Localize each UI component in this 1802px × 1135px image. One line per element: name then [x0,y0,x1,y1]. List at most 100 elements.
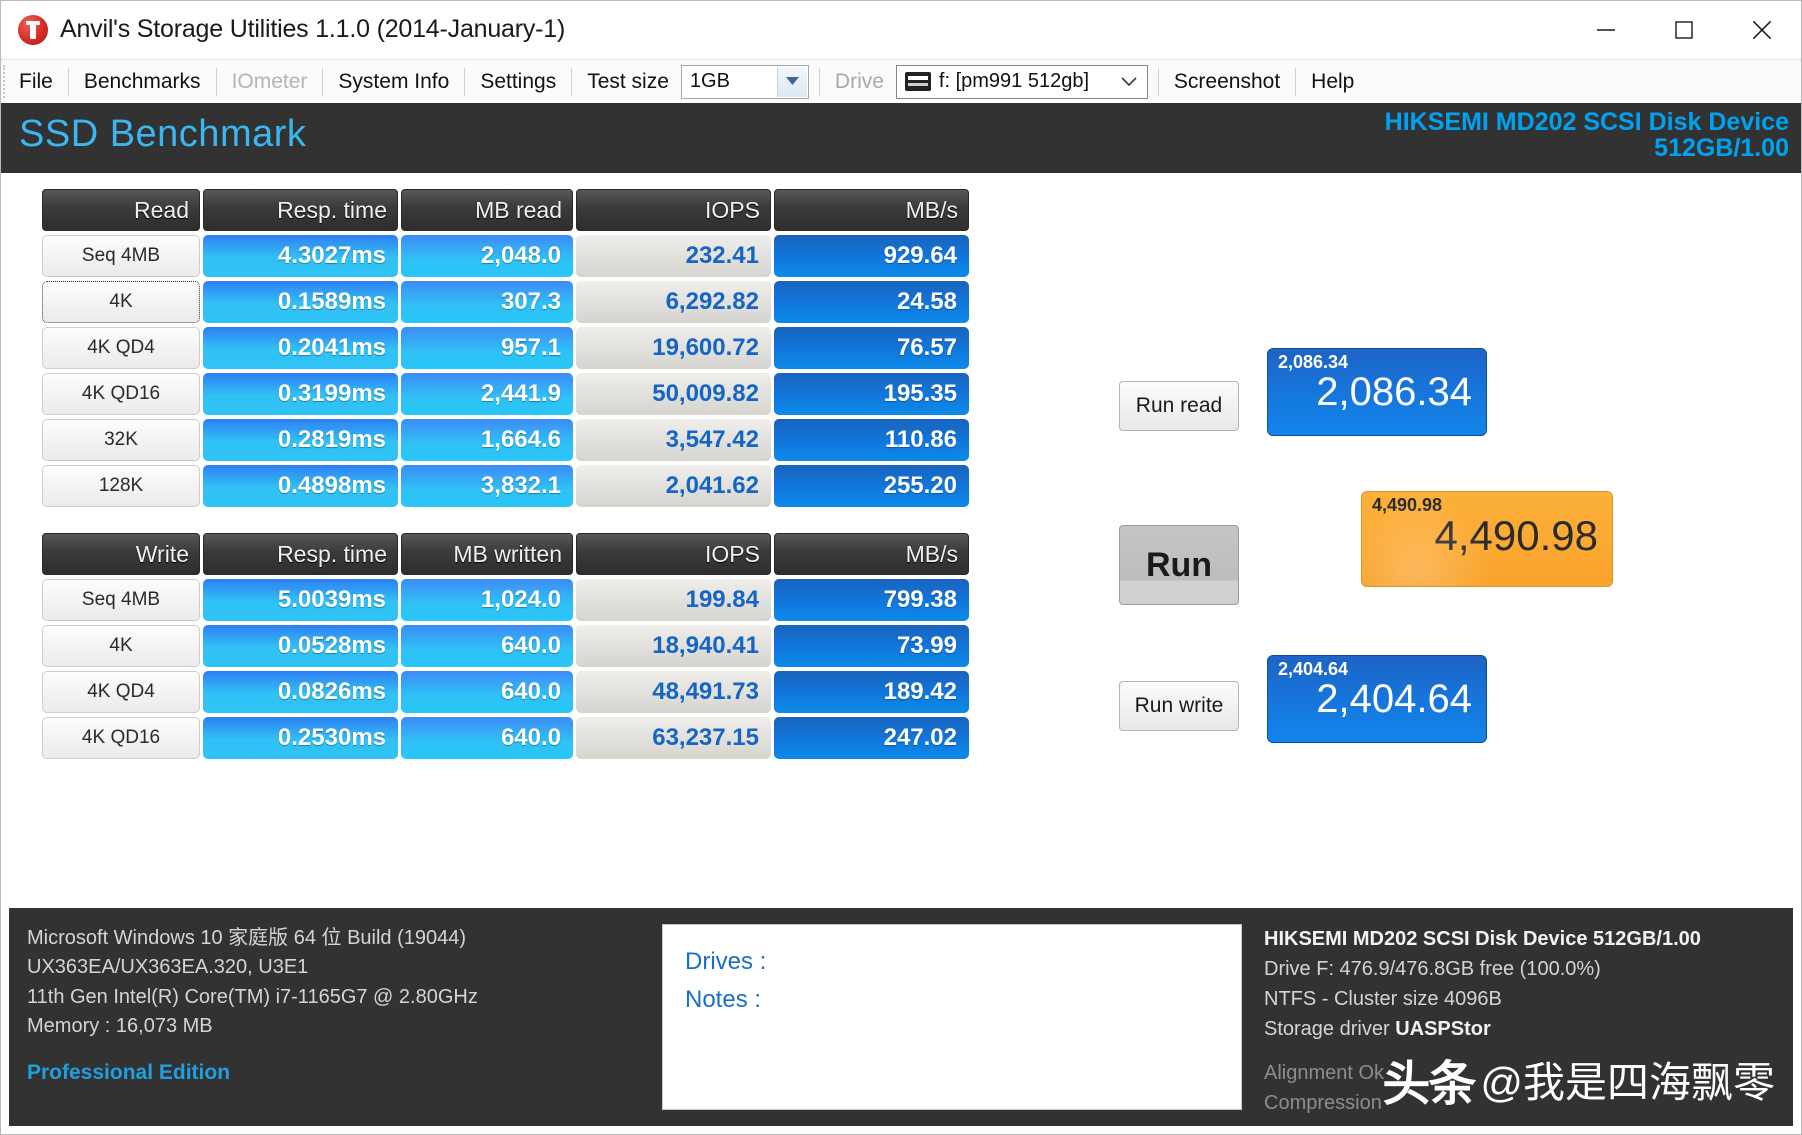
menu-divider [67,67,69,96]
menu-divider [215,67,217,96]
column-header-mbs: MB/s [774,533,969,575]
write-mb: 640.0 [401,717,573,759]
device-name: HIKSEMI MD202 SCSI Disk Device [1384,108,1789,136]
write-resp-time: 0.0826ms [203,671,398,713]
column-header-iops: IOPS [576,533,771,575]
table-row: 32K 0.2819ms 1,664.6 3,547.42 110.86 [42,419,969,461]
column-header-iops: IOPS [576,189,771,231]
read-mb: 1,664.6 [401,419,573,461]
notes-panel[interactable]: Drives : Notes : [662,924,1242,1110]
read-row-label[interactable]: 128K [42,465,200,507]
memory-line: Memory : 16,073 MB [27,1015,213,1038]
minimize-icon[interactable] [1567,1,1645,59]
write-mbs: 189.42 [774,671,969,713]
write-mbs: 247.02 [774,717,969,759]
read-resp-time: 0.3199ms [203,373,398,415]
write-iops: 48,491.73 [576,671,771,713]
read-mb: 3,832.1 [401,465,573,507]
system-info-panel: Microsoft Windows 10 家庭版 64 位 Build (190… [27,924,652,1110]
read-iops: 50,009.82 [576,373,771,415]
close-icon[interactable] [1723,1,1801,59]
run-button[interactable]: Run [1119,525,1239,605]
read-row-label[interactable]: Seq 4MB [42,235,200,277]
write-row-label[interactable]: 4K QD16 [42,717,200,759]
read-score-small: 2,086.34 [1278,352,1349,372]
drive-label: Drive [834,69,884,93]
read-iops: 3,547.42 [576,419,771,461]
read-iops: 232.41 [576,235,771,277]
read-table: Read Resp. time MB read IOPS MB/s Seq 4M… [39,185,972,763]
write-resp-time: 5.0039ms [203,579,398,621]
os-line: Microsoft Windows 10 家庭版 64 位 Build (190… [27,927,467,949]
write-iops: 199.84 [576,579,771,621]
app-window: Anvil's Storage Utilities 1.1.0 (2014-Ja… [0,0,1802,1135]
column-header-resp-time: Resp. time [203,533,398,575]
write-row-label[interactable]: 4K QD4 [42,671,200,713]
table-gap [42,511,969,529]
column-header-read: Read [42,189,200,231]
write-row-label[interactable]: 4K [42,625,200,667]
chevron-down-icon[interactable] [776,66,807,97]
read-mbs: 24.58 [774,281,969,323]
test-size-select[interactable]: 1GB [680,64,809,99]
menu-divider [464,67,466,96]
read-mb: 2,048.0 [401,235,573,277]
read-row-label[interactable]: 4K QD4 [42,327,200,369]
compression-line: Compression [1264,1092,1382,1114]
read-row-label[interactable]: 4K [42,281,200,323]
menu-bar: File Benchmarks IOmeter System Info Sett… [1,59,1801,103]
write-mb: 640.0 [401,671,573,713]
read-score-value: 2,086.34 [1316,370,1472,414]
drive-info-panel: HIKSEMI MD202 SCSI Disk Device 512GB/1.0… [1264,924,1775,1114]
score-panel: Run read Run Run write 2,086.34 2,086.34… [1119,185,1779,835]
menu-item-file[interactable]: File [5,65,67,99]
page-title: SSD Benchmark [19,113,307,155]
read-row-label[interactable]: 4K QD16 [42,373,200,415]
read-mbs: 110.86 [774,419,969,461]
device-header-info: HIKSEMI MD202 SCSI Disk Device 512GB/1.0… [1385,109,1789,162]
cpu-line: 11th Gen Intel(R) Core(TM) i7-1165G7 @ 2… [27,985,478,1008]
write-row-label[interactable]: Seq 4MB [42,579,200,621]
read-mb: 2,441.9 [401,373,573,415]
column-header-resp-time: Resp. time [203,189,398,231]
read-mbs: 76.57 [774,327,969,369]
menu-item-help[interactable]: Help [1297,65,1368,99]
read-row-label[interactable]: 32K [42,419,200,461]
notes-label: Notes : [685,986,762,1014]
menu-item-system-info[interactable]: System Info [324,65,463,99]
maximize-icon[interactable] [1645,1,1723,59]
bottom-info-bar: Microsoft Windows 10 家庭版 64 位 Build (190… [9,908,1793,1126]
write-iops: 18,940.41 [576,625,771,667]
menu-item-benchmarks[interactable]: Benchmarks [70,65,215,99]
drive-icon [904,72,931,91]
menu-divider [1157,67,1159,96]
read-score-card: 2,086.34 2,086.34 [1267,348,1487,436]
menu-item-iometer: IOmeter [231,69,308,93]
run-read-button[interactable]: Run read [1119,381,1239,431]
menu-item-screenshot[interactable]: Screenshot [1160,65,1294,99]
read-mbs: 929.64 [774,235,969,277]
machine-line: UX363EA/UX363EA.320, U3E1 [27,956,309,979]
table-row: Seq 4MB 5.0039ms 1,024.0 199.84 799.38 [42,579,969,621]
edition-label: Professional Edition [27,1060,231,1084]
read-iops: 2,041.62 [576,465,771,507]
table-row: 4K QD16 0.3199ms 2,441.9 50,009.82 195.3… [42,373,969,415]
column-header-write: Write [42,533,200,575]
device-capacity: 512GB/1.00 [1654,134,1789,163]
menu-divider [818,67,820,96]
drive-driver-line: Storage driver UASPStor [1264,1014,1775,1044]
read-mbs: 255.20 [774,465,969,507]
menu-divider [571,67,573,96]
read-iops: 6,292.82 [576,281,771,323]
write-score-value: 2,404.64 [1316,677,1472,721]
run-write-button[interactable]: Run write [1119,681,1239,731]
read-resp-time: 0.2819ms [203,419,398,461]
read-mb: 957.1 [401,327,573,369]
menu-item-settings[interactable]: Settings [466,65,570,99]
column-header-mb-written: MB written [401,533,573,575]
menu-divider [322,67,324,96]
write-score-small: 2,404.64 [1278,659,1349,679]
chevron-down-icon[interactable] [1121,72,1137,92]
drive-select[interactable]: f: [pm991 512gb] [895,64,1148,99]
